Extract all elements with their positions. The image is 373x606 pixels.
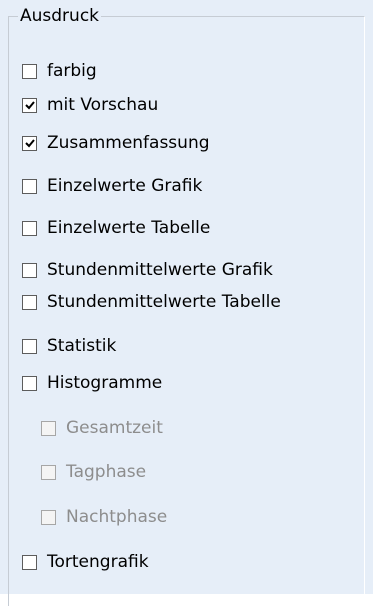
checkbox-label: mit Vorschau [47, 95, 159, 115]
checkbox-box[interactable] [41, 420, 56, 436]
checkbox-box[interactable] [22, 178, 37, 194]
checkbox-statistik[interactable]: Statistik [22, 334, 116, 358]
checkbox-einzelwerte-grafik[interactable]: Einzelwerte Grafik [22, 174, 202, 198]
checkbox-box[interactable] [22, 135, 37, 151]
checkbox-gesamtzeit[interactable]: Gesamtzeit [41, 416, 163, 440]
checkbox-stundenmittelwerte-grafik[interactable]: Stundenmittelwerte Grafik [22, 258, 273, 282]
checkbox-box[interactable] [22, 338, 37, 354]
check-icon [25, 100, 35, 109]
checkbox-histogramme[interactable]: Histogramme [22, 371, 162, 395]
check-icon [25, 138, 35, 147]
checkbox-box[interactable] [22, 294, 37, 310]
checkbox-einzelwerte-tabelle[interactable]: Einzelwerte Tabelle [22, 216, 210, 240]
checkbox-box[interactable] [22, 97, 37, 113]
checkbox-label: farbig [47, 61, 97, 81]
checkbox-label: Zusammenfassung [47, 133, 210, 153]
checkbox-label: Nachtphase [66, 507, 168, 527]
checkbox-box[interactable] [41, 509, 56, 525]
checkbox-label: Stundenmittelwerte Tabelle [47, 292, 281, 312]
checkbox-mit-vorschau[interactable]: mit Vorschau [22, 93, 158, 117]
checkbox-box[interactable] [22, 220, 37, 236]
checkbox-label: Stundenmittelwerte Grafik [47, 260, 273, 280]
checkbox-label: Einzelwerte Grafik [47, 176, 203, 196]
checkbox-box[interactable] [22, 375, 37, 391]
checkbox-farbig[interactable]: farbig [22, 59, 97, 83]
group-box-title: Ausdruck [18, 6, 102, 26]
checkbox-box[interactable] [41, 464, 56, 480]
checkbox-box[interactable] [22, 63, 37, 79]
checkbox-box[interactable] [22, 262, 37, 278]
checkbox-box[interactable] [22, 554, 37, 570]
checkbox-label: Tagphase [66, 462, 147, 482]
checkbox-tortengrafik[interactable]: Tortengrafik [22, 550, 149, 574]
checkbox-label: Statistik [47, 336, 117, 356]
print-options-panel: Ausdruck farbig mit Vorschau Zusammenfas… [0, 0, 373, 606]
checkbox-label: Einzelwerte Tabelle [47, 218, 211, 238]
checkbox-label: Histogramme [47, 373, 163, 393]
checkbox-nachtphase[interactable]: Nachtphase [41, 505, 167, 529]
checkbox-tagphase[interactable]: Tagphase [41, 460, 146, 484]
checkbox-label: Gesamtzeit [66, 418, 163, 438]
checkbox-label: Tortengrafik [47, 552, 149, 572]
checkbox-stundenmittelwerte-tabelle[interactable]: Stundenmittelwerte Tabelle [22, 290, 281, 314]
checkbox-zusammenfassung[interactable]: Zusammenfassung [22, 131, 210, 155]
